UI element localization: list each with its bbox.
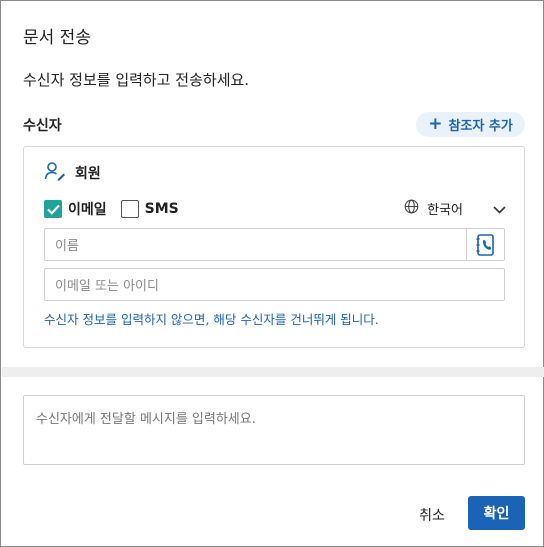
cancel-button[interactable]: 취소 <box>405 500 459 530</box>
contact-book-icon <box>476 233 494 256</box>
message-textarea[interactable]: 수신자에게 전달할 메시지를 입력하세요. <box>23 395 525 465</box>
member-label: 회원 <box>75 166 101 182</box>
message-placeholder: 수신자에게 전달할 메시지를 입력하세요. <box>36 412 256 427</box>
name-input[interactable]: 이름 <box>44 228 505 261</box>
send-document-dialog: 문서 전송 수신자 정보를 입력하고 전송하세요. 수신자 + 참조자 추가 회… <box>0 0 544 547</box>
email-checkbox[interactable] <box>44 200 62 218</box>
sms-option[interactable]: SMS <box>120 200 179 218</box>
section-divider <box>2 367 544 377</box>
check-icon <box>46 204 60 215</box>
delivery-options: 이메일 SMS <box>44 199 193 219</box>
add-reference-label: 참조자 추가 <box>448 119 513 134</box>
name-input-placeholder: 이름 <box>55 239 79 254</box>
email-option[interactable]: 이메일 <box>44 199 107 219</box>
confirm-button[interactable]: 확인 <box>468 496 525 530</box>
skip-recipient-hint: 수신자 정보를 입력하지 않으면, 해당 수신자를 건너뛰게 됩니다. <box>44 312 379 327</box>
recipient-card: 회원 이메일 SMS 한국어 이름 이메일 또는 아이디 수신자 정보를 입력하… <box>23 146 525 348</box>
dialog-title: 문서 전송 <box>23 28 91 48</box>
language-select[interactable]: 한국어 <box>404 199 506 218</box>
person-edit-icon <box>44 161 66 185</box>
sms-option-label: SMS <box>144 201 179 217</box>
dialog-subtitle: 수신자 정보를 입력하고 전송하세요. <box>23 71 250 89</box>
add-reference-button[interactable]: + 참조자 추가 <box>416 112 525 137</box>
language-selected-label: 한국어 <box>427 203 463 218</box>
email-or-id-input[interactable]: 이메일 또는 아이디 <box>44 268 505 301</box>
email-option-label: 이메일 <box>68 202 107 218</box>
recipients-section-label: 수신자 <box>23 118 62 134</box>
member-header: 회원 <box>44 161 101 185</box>
plus-icon: + <box>428 114 443 134</box>
sms-checkbox[interactable] <box>120 200 139 218</box>
contact-book-button[interactable] <box>466 229 504 260</box>
globe-icon <box>404 199 419 218</box>
email-input-placeholder: 이메일 또는 아이디 <box>55 279 159 294</box>
chevron-down-icon <box>493 199 506 218</box>
